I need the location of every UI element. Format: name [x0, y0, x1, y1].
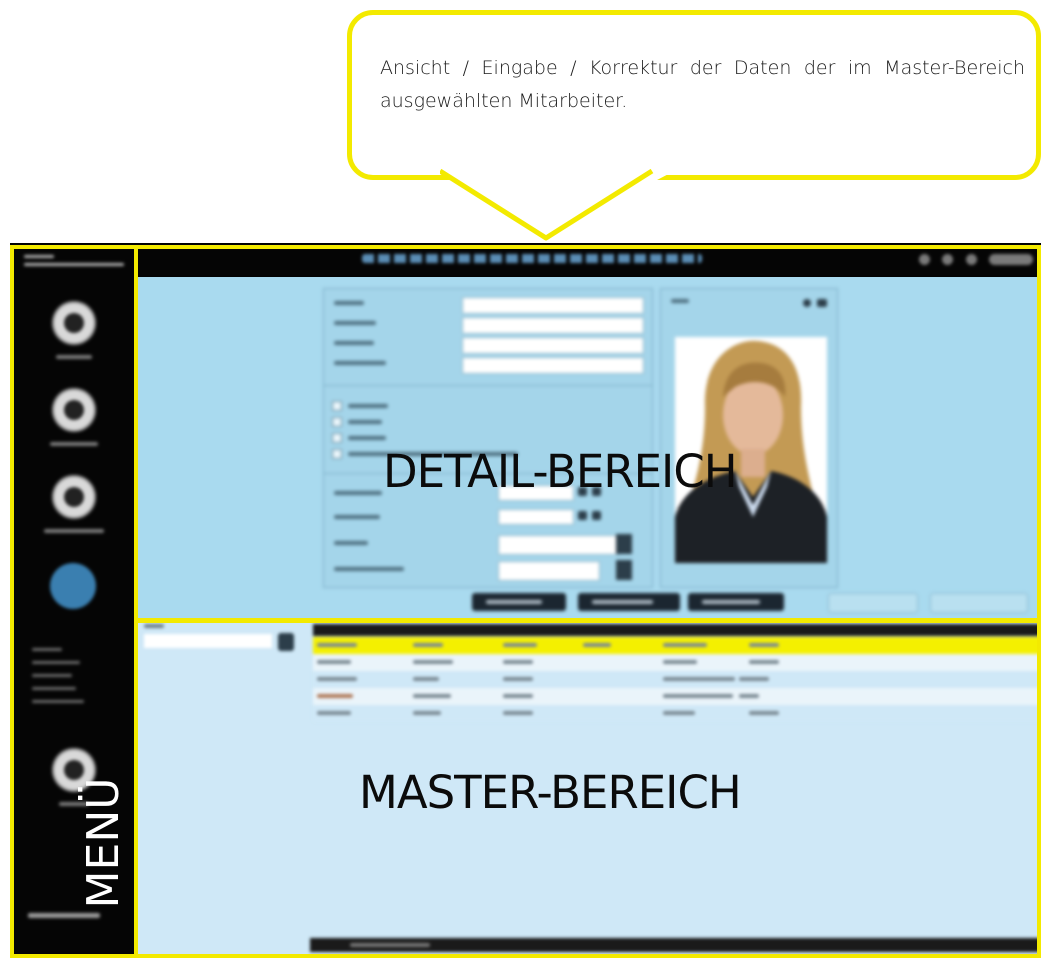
- callout-text: Ansicht / Eingabe / Korrektur der Daten …: [380, 57, 1025, 112]
- cancel-button[interactable]: [930, 593, 1028, 613]
- sidebar-item-3[interactable]: [44, 475, 104, 533]
- dropdown[interactable]: [498, 561, 600, 581]
- search-icon[interactable]: [278, 633, 294, 651]
- field-input[interactable]: [462, 317, 644, 334]
- chevron-down-icon[interactable]: [616, 560, 632, 580]
- help-icon[interactable]: [918, 254, 930, 265]
- detail-area: DETAIL-BEREICH: [138, 277, 1041, 620]
- sidebar-subitem[interactable]: [32, 687, 76, 690]
- sidebar-footer: [28, 913, 100, 918]
- window-title: [362, 254, 702, 263]
- active-module-icon[interactable]: [50, 563, 96, 609]
- settings-icon: [52, 388, 96, 432]
- field-input[interactable]: [462, 297, 644, 314]
- date-input[interactable]: [498, 509, 574, 525]
- edit-button[interactable]: [578, 593, 680, 611]
- search-input[interactable]: [144, 634, 272, 648]
- dropdown[interactable]: [498, 535, 620, 555]
- warning-icon: [52, 475, 96, 519]
- callout-tail: [440, 168, 680, 241]
- settings-icon[interactable]: [965, 254, 977, 265]
- table-row[interactable]: [313, 688, 1041, 705]
- window-controls[interactable]: [911, 252, 1033, 270]
- master-area: MASTER-BEREICH: [138, 620, 1041, 958]
- sidebar-subitem[interactable]: [32, 674, 72, 677]
- employee-form: [323, 288, 653, 588]
- sidebar-subitem[interactable]: [32, 648, 62, 651]
- photo-panel: [660, 288, 838, 588]
- table-header: [313, 624, 1041, 636]
- table-row-selected[interactable]: [313, 637, 1041, 654]
- sidebar-subitem[interactable]: [32, 700, 84, 703]
- sidebar-item-1[interactable]: [44, 301, 104, 359]
- app-window: DETAIL-BEREICH MASTER-BEREICH MENÜ: [10, 243, 1041, 958]
- detail-area-label: DETAIL-BEREICH: [383, 445, 738, 498]
- chevron-down-icon[interactable]: [616, 534, 632, 554]
- checkbox[interactable]: [332, 401, 342, 411]
- camera-icon[interactable]: [817, 299, 827, 307]
- title-bar: [138, 243, 1041, 277]
- table-footer: [310, 938, 1041, 952]
- checkbox[interactable]: [332, 449, 342, 459]
- table-row[interactable]: [313, 654, 1041, 671]
- table-row[interactable]: [313, 671, 1041, 688]
- sidebar-logo: [24, 255, 128, 277]
- sidebar-subitem[interactable]: [32, 661, 80, 664]
- field-input[interactable]: [462, 337, 644, 354]
- save-button[interactable]: [828, 593, 918, 613]
- checkbox[interactable]: [332, 433, 342, 443]
- field-input[interactable]: [462, 357, 644, 374]
- person-icon: [52, 301, 96, 345]
- sidebar-item-2[interactable]: [44, 388, 104, 446]
- add-button[interactable]: [472, 593, 566, 611]
- table-row[interactable]: [313, 705, 1041, 722]
- zoom-icon[interactable]: [803, 299, 811, 307]
- master-area-label: MASTER-BEREICH: [359, 766, 742, 819]
- checkbox[interactable]: [332, 417, 342, 427]
- user-icon[interactable]: [989, 254, 1033, 265]
- delete-button[interactable]: [688, 593, 784, 611]
- info-icon[interactable]: [942, 254, 954, 265]
- menu-area-label: MENÜ: [78, 777, 129, 909]
